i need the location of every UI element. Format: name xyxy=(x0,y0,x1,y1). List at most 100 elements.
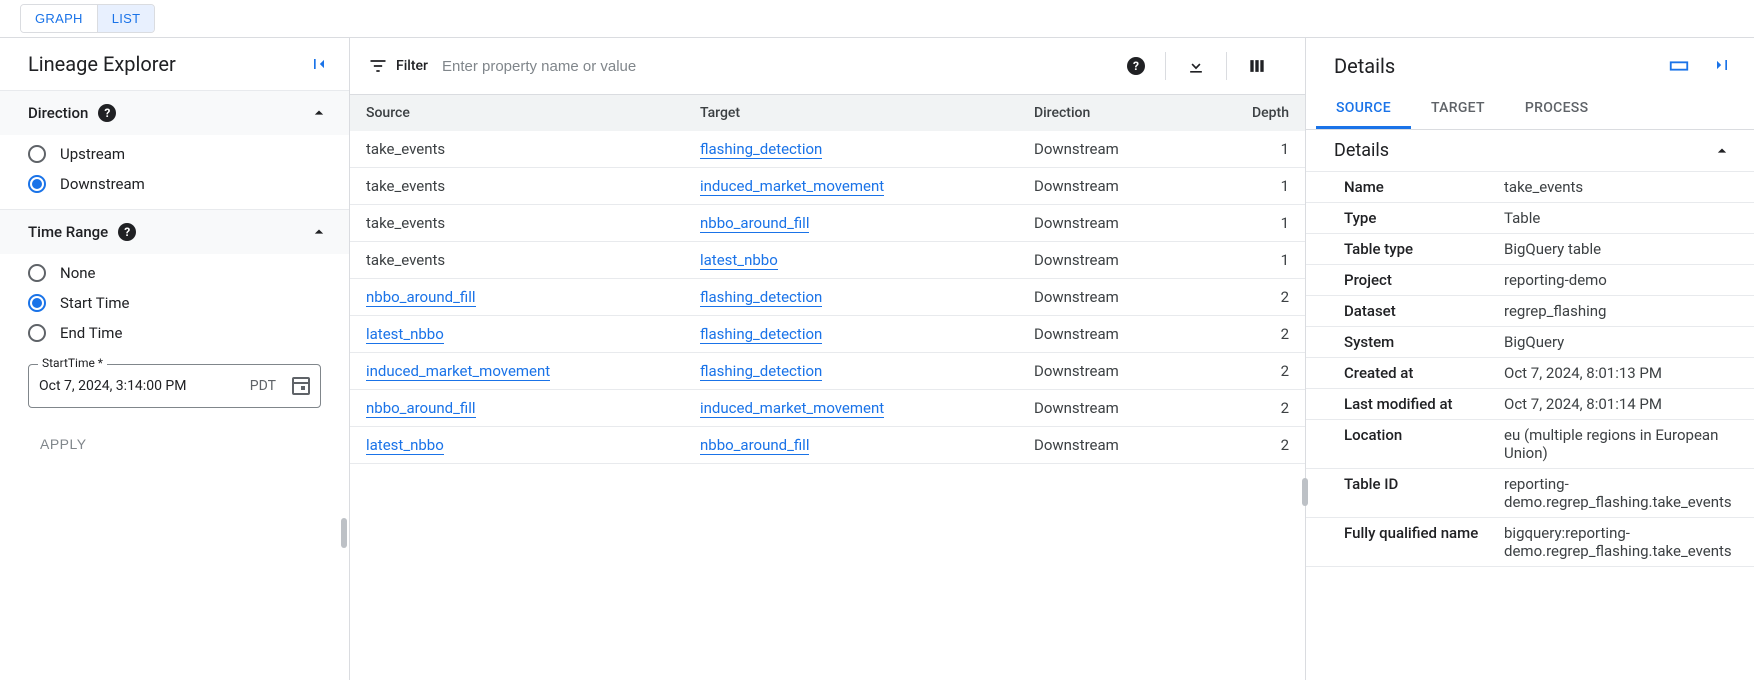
collapse-right-icon[interactable] xyxy=(1712,55,1732,77)
timerange-label: Time Range xyxy=(28,223,108,241)
direction-section-header[interactable]: Direction ? xyxy=(0,90,349,135)
apply-button[interactable]: APPLY xyxy=(28,428,99,460)
starttime-field[interactable]: StartTime * Oct 7, 2024, 3:14:00 PM PDT xyxy=(28,364,321,408)
columns-icon[interactable] xyxy=(1227,56,1287,76)
target-link[interactable]: induced_market_movement xyxy=(700,177,884,196)
depth-text: 2 xyxy=(1281,325,1289,343)
filter-label: Filter xyxy=(368,56,428,76)
fullwidth-icon[interactable] xyxy=(1668,55,1690,77)
chevron-up-icon[interactable] xyxy=(309,222,329,242)
chevron-up-icon[interactable] xyxy=(1712,141,1732,161)
table-row[interactable]: take_events flashing_detection Downstrea… xyxy=(350,131,1305,168)
table-row[interactable]: nbbo_around_fill flashing_detection Down… xyxy=(350,279,1305,316)
kv-key: Project xyxy=(1344,271,1504,289)
target-link[interactable]: induced_market_movement xyxy=(700,399,884,418)
kv-key: Dataset xyxy=(1344,302,1504,320)
source-text: take_events xyxy=(366,140,445,158)
direction-text: Downstream xyxy=(1034,140,1119,158)
table-row[interactable]: take_events induced_market_movement Down… xyxy=(350,168,1305,205)
target-link[interactable]: flashing_detection xyxy=(700,325,822,344)
table-row[interactable]: latest_nbbo flashing_detection Downstrea… xyxy=(350,316,1305,353)
target-link[interactable]: flashing_detection xyxy=(700,288,822,307)
radio-downstream[interactable]: Downstream xyxy=(28,175,329,193)
kv-value: Oct 7, 2024, 8:01:14 PM xyxy=(1504,395,1744,413)
scrollbar-handle[interactable] xyxy=(1302,478,1308,506)
radio-icon xyxy=(28,145,46,163)
source-text: take_events xyxy=(366,177,445,195)
radio-label: None xyxy=(60,264,96,282)
kv-row: Fully qualified namebigquery:reporting-d… xyxy=(1306,518,1754,567)
download-icon[interactable] xyxy=(1166,56,1226,76)
source-link[interactable]: induced_market_movement xyxy=(366,362,550,381)
col-depth[interactable]: Depth xyxy=(1198,95,1305,131)
kv-key: System xyxy=(1344,333,1504,351)
target-link[interactable]: flashing_detection xyxy=(700,362,822,381)
kv-row: Projectreporting-demo xyxy=(1306,265,1754,296)
table-row[interactable]: take_events nbbo_around_fill Downstream … xyxy=(350,205,1305,242)
kv-value: Oct 7, 2024, 8:01:13 PM xyxy=(1504,364,1744,382)
tab-target[interactable]: TARGET xyxy=(1411,88,1505,129)
scrollbar-handle[interactable] xyxy=(341,518,347,548)
graph-tab[interactable]: GRAPH xyxy=(21,5,97,32)
kv-key: Fully qualified name xyxy=(1344,524,1504,560)
timezone-label: PDT xyxy=(250,378,276,394)
direction-text: Downstream xyxy=(1034,399,1119,417)
details-panel: Details SOURCE TARGET PROCESS Details xyxy=(1306,38,1754,680)
radio-none[interactable]: None xyxy=(28,264,329,282)
col-target[interactable]: Target xyxy=(684,95,1018,131)
source-link[interactable]: nbbo_around_fill xyxy=(366,288,476,307)
filter-icon xyxy=(368,56,388,76)
radio-icon xyxy=(28,294,46,312)
details-tabs: SOURCE TARGET PROCESS xyxy=(1306,88,1754,130)
depth-text: 2 xyxy=(1281,362,1289,380)
target-link[interactable]: flashing_detection xyxy=(700,140,822,159)
depth-text: 2 xyxy=(1281,436,1289,454)
calendar-icon[interactable] xyxy=(292,377,310,395)
radio-starttime[interactable]: Start Time xyxy=(28,294,329,312)
chevron-up-icon[interactable] xyxy=(309,103,329,123)
help-icon[interactable]: ? xyxy=(98,104,116,122)
table-row[interactable]: nbbo_around_fill induced_market_movement… xyxy=(350,390,1305,427)
table-row[interactable]: induced_market_movement flashing_detecti… xyxy=(350,353,1305,390)
lineage-table: Source Target Direction Depth take_event… xyxy=(350,95,1305,464)
source-link[interactable]: nbbo_around_fill xyxy=(366,399,476,418)
table-row[interactable]: latest_nbbo nbbo_around_fill Downstream … xyxy=(350,427,1305,464)
tab-source[interactable]: SOURCE xyxy=(1316,88,1411,129)
kv-row: Table IDreporting-demo.regrep_flashing.t… xyxy=(1306,469,1754,518)
radio-upstream[interactable]: Upstream xyxy=(28,145,329,163)
source-link[interactable]: latest_nbbo xyxy=(366,325,444,344)
filter-input[interactable] xyxy=(442,58,1093,75)
kv-key: Location xyxy=(1344,426,1504,462)
depth-text: 1 xyxy=(1281,251,1289,269)
help-icon[interactable]: ? xyxy=(1107,57,1165,75)
lineage-explorer-panel: Lineage Explorer Direction ? Upstream xyxy=(0,38,350,680)
radio-endtime[interactable]: End Time xyxy=(28,324,329,342)
kv-value: Table xyxy=(1504,209,1744,227)
col-source[interactable]: Source xyxy=(350,95,684,131)
lineage-table-panel: Filter ? xyxy=(350,38,1306,680)
table-row[interactable]: take_events latest_nbbo Downstream 1 xyxy=(350,242,1305,279)
depth-text: 1 xyxy=(1281,214,1289,232)
source-link[interactable]: latest_nbbo xyxy=(366,436,444,455)
panel-title: Lineage Explorer xyxy=(28,52,176,76)
kv-row: SystemBigQuery xyxy=(1306,327,1754,358)
target-link[interactable]: latest_nbbo xyxy=(700,251,778,270)
kv-key: Table type xyxy=(1344,240,1504,258)
col-direction[interactable]: Direction xyxy=(1018,95,1198,131)
kv-value: regrep_flashing xyxy=(1504,302,1744,320)
target-link[interactable]: nbbo_around_fill xyxy=(700,214,810,233)
kv-row: TypeTable xyxy=(1306,203,1754,234)
tab-process[interactable]: PROCESS xyxy=(1505,88,1609,129)
radio-icon xyxy=(28,264,46,282)
direction-text: Downstream xyxy=(1034,362,1119,380)
kv-key: Type xyxy=(1344,209,1504,227)
list-tab[interactable]: LIST xyxy=(97,5,155,32)
collapse-left-icon[interactable] xyxy=(309,54,329,74)
details-title: Details xyxy=(1334,54,1395,78)
target-link[interactable]: nbbo_around_fill xyxy=(700,436,810,455)
details-section-header[interactable]: Details xyxy=(1306,130,1754,171)
timerange-section-header[interactable]: Time Range ? xyxy=(0,209,349,254)
kv-row: Locationeu (multiple regions in European… xyxy=(1306,420,1754,469)
direction-radio-group: Upstream Downstream xyxy=(0,135,349,209)
help-icon[interactable]: ? xyxy=(118,223,136,241)
